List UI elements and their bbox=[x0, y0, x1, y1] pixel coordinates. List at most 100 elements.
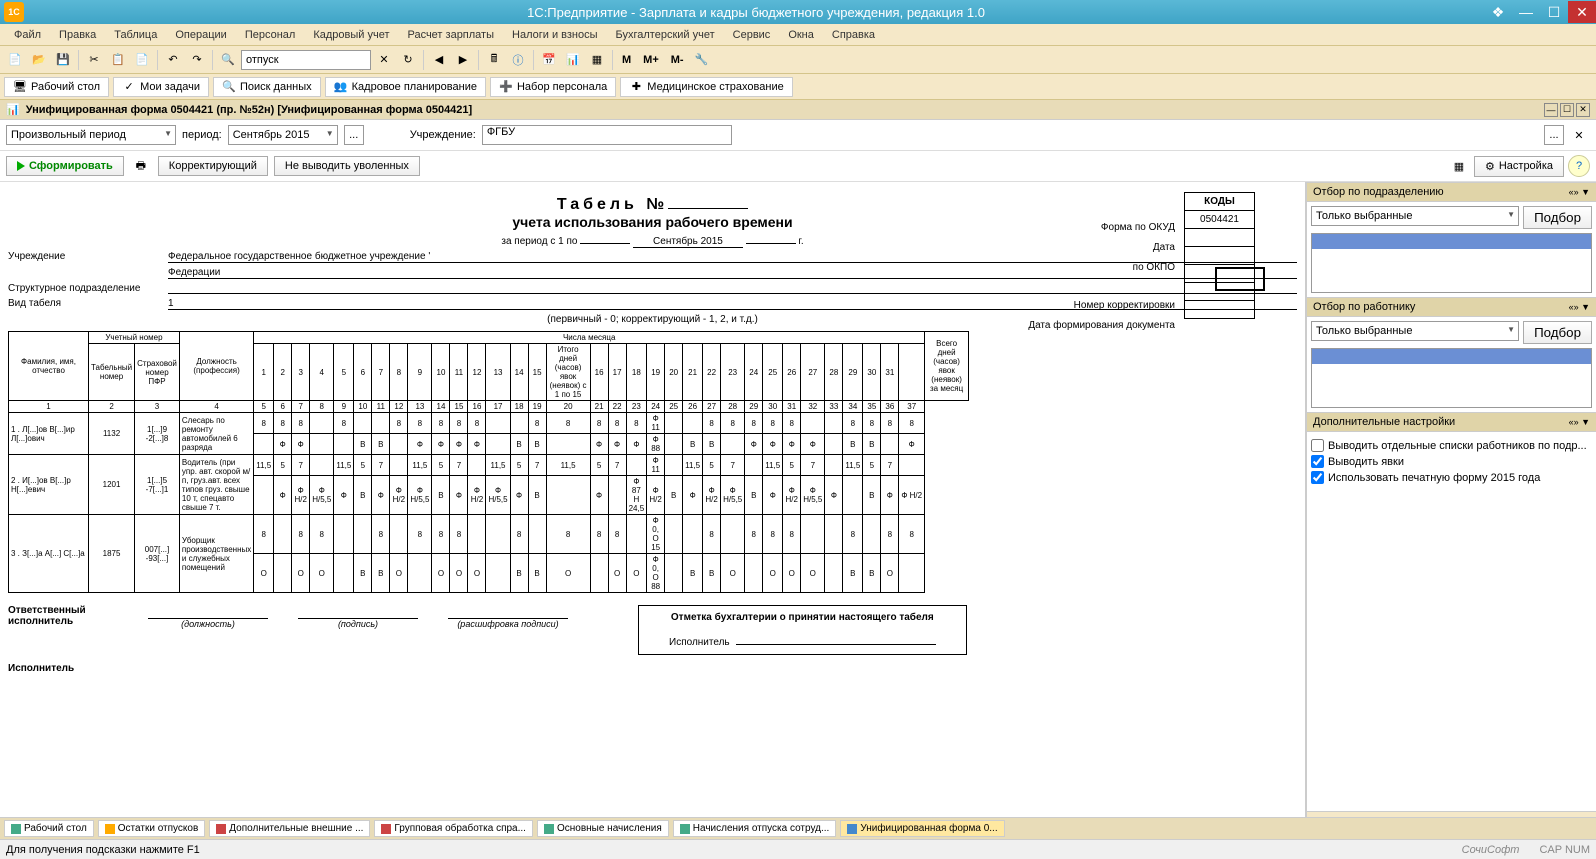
menu-table[interactable]: Таблица bbox=[106, 27, 165, 43]
desktop-icon: 🖥 bbox=[13, 80, 27, 94]
form-button[interactable]: Сформировать bbox=[6, 156, 124, 176]
grid-icon[interactable]: ▦ bbox=[586, 49, 608, 71]
nav-search[interactable]: 🔍Поиск данных bbox=[213, 77, 321, 97]
play-icon bbox=[17, 161, 25, 171]
printer-icon[interactable]: 🖶 bbox=[130, 155, 152, 177]
emp-listbox[interactable] bbox=[1311, 348, 1592, 408]
kody-table: КОДЫ 0504421 bbox=[1184, 192, 1255, 319]
dept-filter-header: Отбор по подразделению«» ▼ bbox=[1307, 182, 1596, 202]
settings-button[interactable]: ⚙Настройка bbox=[1474, 156, 1564, 177]
chk-show-attendance[interactable]: Выводить явки bbox=[1311, 455, 1592, 468]
task-item[interactable]: Дополнительные внешние ... bbox=[209, 820, 370, 837]
collapse-icon[interactable]: «» ▼ bbox=[1569, 187, 1590, 197]
doc-close[interactable]: ✕ bbox=[1576, 103, 1590, 117]
menu-ops[interactable]: Операции bbox=[167, 27, 234, 43]
cut-icon[interactable]: ✂ bbox=[83, 49, 105, 71]
collapse-icon[interactable]: «» ▼ bbox=[1569, 417, 1590, 427]
org-picker-button[interactable]: ... bbox=[1544, 125, 1564, 145]
memory-m[interactable]: M bbox=[617, 49, 636, 71]
nav-desktop[interactable]: 🖥Рабочий стол bbox=[4, 77, 109, 97]
period-type-combo[interactable]: Произвольный период bbox=[6, 125, 176, 145]
task-item[interactable]: Групповая обработка спра... bbox=[374, 820, 533, 837]
nofire-button[interactable]: Не выводить уволенных bbox=[274, 156, 420, 176]
list-item[interactable] bbox=[1312, 365, 1591, 380]
open-icon[interactable]: 📂 bbox=[28, 49, 50, 71]
clear-org-icon[interactable]: ✕ bbox=[1568, 124, 1590, 146]
dept-listbox[interactable] bbox=[1311, 233, 1592, 293]
task-item[interactable]: Основные начисления bbox=[537, 820, 669, 837]
nav-hr[interactable]: 👥Кадровое планирование bbox=[325, 77, 486, 97]
nav-medical[interactable]: ✚Медицинское страхование bbox=[620, 77, 792, 97]
find-icon[interactable]: 🔍 bbox=[217, 49, 239, 71]
report-title: Табель № bbox=[557, 196, 668, 213]
nav-recruit[interactable]: ➕Набор персонала bbox=[490, 77, 616, 97]
dept-pick-button[interactable]: Подбор bbox=[1523, 206, 1592, 229]
list-item[interactable] bbox=[1312, 234, 1591, 249]
hr-icon: 👥 bbox=[334, 80, 348, 94]
close-button[interactable]: ✕ bbox=[1568, 1, 1596, 23]
minimize-button[interactable]: — bbox=[1512, 1, 1540, 23]
nav-tasks[interactable]: ✓Мои задачи bbox=[113, 77, 209, 97]
doc-restore[interactable]: ☐ bbox=[1560, 103, 1574, 117]
menu-hr[interactable]: Кадровый учет bbox=[305, 27, 397, 43]
task-item[interactable]: Унифицированная форма 0... bbox=[840, 820, 1004, 837]
save-icon[interactable]: 💾 bbox=[52, 49, 74, 71]
menu-file[interactable]: Файл bbox=[6, 27, 49, 43]
tasks-icon: ✓ bbox=[122, 80, 136, 94]
help-button[interactable]: ❖ bbox=[1484, 1, 1512, 23]
main-menubar: Файл Правка Таблица Операции Персонал Ка… bbox=[0, 24, 1596, 46]
report-viewport[interactable]: Табель № учета использования рабочего вр… bbox=[0, 182, 1306, 842]
list-item[interactable] bbox=[1312, 381, 1591, 396]
redo-icon[interactable]: ↷ bbox=[186, 49, 208, 71]
undo-icon[interactable]: ↶ bbox=[162, 49, 184, 71]
grid-view-icon[interactable]: ▦ bbox=[1448, 155, 1470, 177]
memory-mplus[interactable]: M+ bbox=[638, 49, 664, 71]
dept-mode-combo[interactable]: Только выбранные bbox=[1311, 206, 1519, 226]
maximize-button[interactable]: ☐ bbox=[1540, 1, 1568, 23]
calc-icon[interactable]: 🖩 bbox=[483, 49, 505, 71]
chk-use-2015-form[interactable]: Использовать печатную форму 2015 года bbox=[1311, 471, 1592, 484]
emp-mode-combo[interactable]: Только выбранные bbox=[1311, 321, 1519, 341]
menu-windows[interactable]: Окна bbox=[780, 27, 822, 43]
list-item[interactable] bbox=[1312, 349, 1591, 364]
main-area: Табель № учета использования рабочего вр… bbox=[0, 182, 1596, 842]
org-input[interactable]: ФГБУ bbox=[482, 125, 732, 145]
forward-icon[interactable]: ▶ bbox=[452, 49, 474, 71]
new-icon[interactable]: 📄 bbox=[4, 49, 26, 71]
chk-separate-lists[interactable]: Выводить отдельные списки работников по … bbox=[1311, 439, 1592, 452]
task-item[interactable]: Рабочий стол bbox=[4, 820, 94, 837]
period-value-combo[interactable]: Сентябрь 2015 bbox=[228, 125, 338, 145]
menu-edit[interactable]: Правка bbox=[51, 27, 104, 43]
menu-help[interactable]: Справка bbox=[824, 27, 883, 43]
menu-accounting[interactable]: Бухгалтерский учет bbox=[608, 27, 723, 43]
doc-minimize[interactable]: — bbox=[1544, 103, 1558, 117]
paste-icon[interactable]: 📄 bbox=[131, 49, 153, 71]
collapse-icon[interactable]: «» ▼ bbox=[1569, 302, 1590, 312]
correcting-button[interactable]: Корректирующий bbox=[158, 156, 268, 176]
chart-icon[interactable]: 📊 bbox=[562, 49, 584, 71]
wrench-icon[interactable]: 🔧 bbox=[691, 49, 713, 71]
menu-tax[interactable]: Налоги и взносы bbox=[504, 27, 606, 43]
memory-mminus[interactable]: M- bbox=[666, 49, 689, 71]
refresh-icon[interactable]: ↻ bbox=[397, 49, 419, 71]
clear-search-icon[interactable]: ✕ bbox=[373, 49, 395, 71]
task-item[interactable]: Остатки отпусков bbox=[98, 820, 206, 837]
help-icon[interactable]: ? bbox=[1568, 155, 1590, 177]
menu-payroll[interactable]: Расчет зарплаты bbox=[399, 27, 502, 43]
back-icon[interactable]: ◀ bbox=[428, 49, 450, 71]
status-bar: Для получения подсказки нажмите F1 СочиС… bbox=[0, 839, 1596, 859]
menu-service[interactable]: Сервис bbox=[725, 27, 779, 43]
nav-toolbar: 🖥Рабочий стол ✓Мои задачи 🔍Поиск данных … bbox=[0, 74, 1596, 100]
status-hint: Для получения подсказки нажмите F1 bbox=[6, 844, 200, 856]
chart-doc-icon: 📊 bbox=[6, 103, 20, 116]
task-item[interactable]: Начисления отпуска сотруд... bbox=[673, 820, 837, 837]
window-title: 1С:Предприятие - Зарплата и кадры бюджет… bbox=[28, 5, 1484, 20]
menu-personnel[interactable]: Персонал bbox=[237, 27, 304, 43]
search-input[interactable] bbox=[241, 50, 371, 70]
main-toolbar: 📄 📂 💾 ✂ 📋 📄 ↶ ↷ 🔍 ✕ ↻ ◀ ▶ 🖩 ⓘ 📅 📊 ▦ M M+… bbox=[0, 46, 1596, 74]
info-icon[interactable]: ⓘ bbox=[507, 49, 529, 71]
period-picker-button[interactable]: ... bbox=[344, 125, 364, 145]
emp-pick-button[interactable]: Подбор bbox=[1523, 321, 1592, 344]
calendar-icon[interactable]: 📅 bbox=[538, 49, 560, 71]
copy-icon[interactable]: 📋 bbox=[107, 49, 129, 71]
